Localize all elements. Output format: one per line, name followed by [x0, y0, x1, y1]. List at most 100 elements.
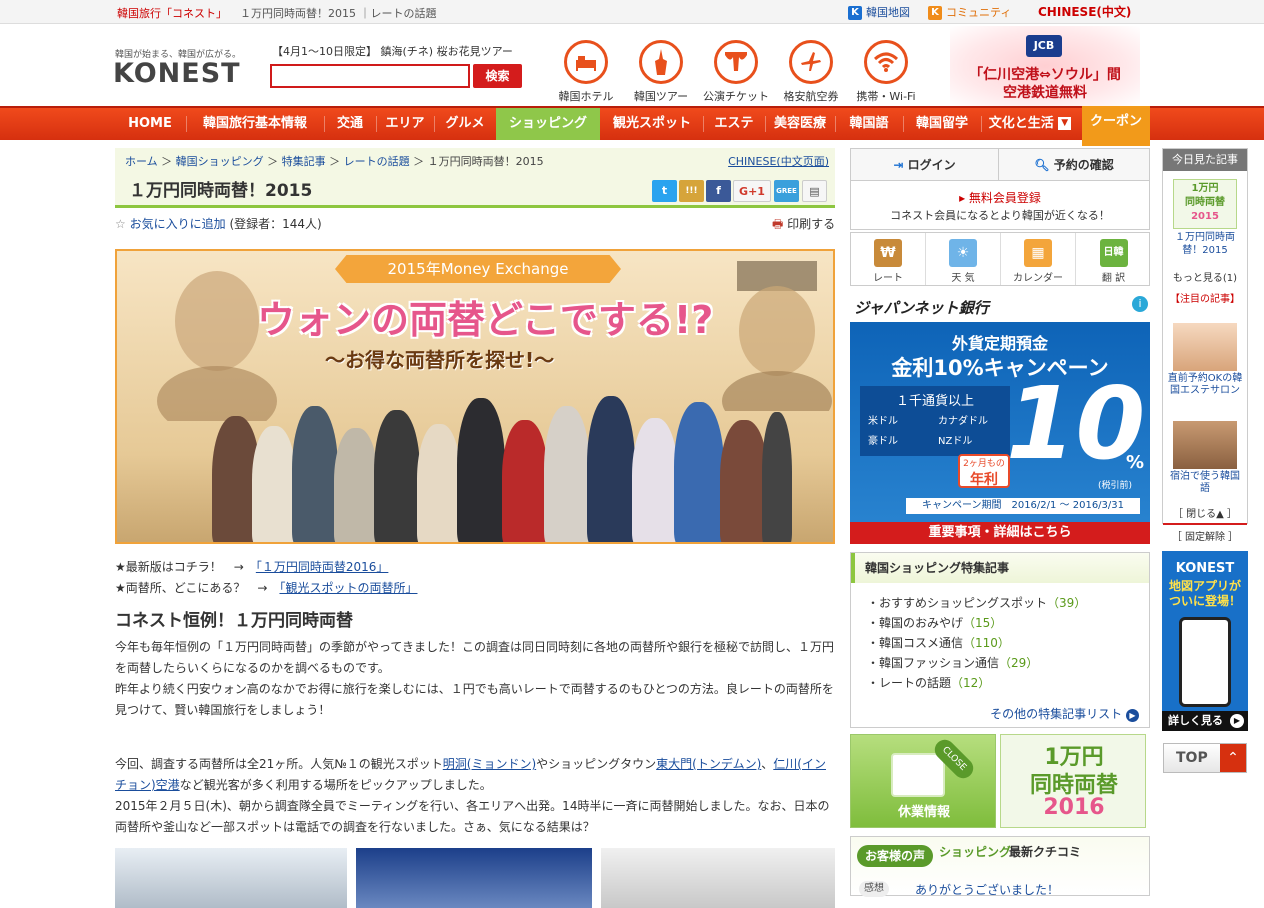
nav-home[interactable]: HOME — [115, 108, 185, 140]
breadcrumb-shopping[interactable]: 韓国ショッピング — [176, 155, 264, 168]
rail-item-1[interactable]: １万円同時両替！2015 — [1167, 231, 1243, 257]
won-icon: ₩ — [874, 239, 902, 267]
nav-basic-info[interactable]: 韓国旅行基本情報 — [187, 108, 323, 140]
nav-study[interactable]: 韓国留学 — [904, 108, 980, 140]
search-button[interactable]: 検索 — [473, 64, 522, 88]
stage-icon — [714, 40, 758, 84]
nav-korean-language[interactable]: 韓国語 — [836, 108, 902, 140]
site-label[interactable]: 韓国旅行「コネスト」 — [117, 5, 227, 21]
search-input[interactable] — [270, 64, 470, 88]
currency-usd: 米ドル — [868, 416, 898, 427]
feature-item[interactable]: ・韓国ファッション通信（29） — [867, 654, 1038, 671]
jcb-banner[interactable]: JCB 「仁川空港⇔ソウル」間 空港鉄道無料 — [950, 26, 1140, 106]
tool-calendar[interactable]: ▦ カレンダー — [1001, 233, 1076, 285]
breadcrumb-home[interactable]: ホーム — [125, 155, 158, 168]
service-wifi-label: 携帯・Wi-Fi — [856, 90, 916, 103]
chinese-page-link[interactable]: CHINESE(中文页面) — [728, 153, 829, 169]
closed-info-label: 休業情報 — [897, 805, 950, 820]
service-ticket[interactable]: 公演チケット — [698, 40, 774, 104]
bank-ad[interactable]: ジャパンネット銀行 i 外貨定期預金 金利10%キャンペーン １千通貨以上 米ド… — [850, 294, 1150, 544]
facebook-icon[interactable]: f — [706, 180, 731, 202]
service-hotel[interactable]: 韓国ホテル — [548, 40, 624, 104]
twitter-icon[interactable]: t — [652, 180, 677, 202]
nav-beauty-medical[interactable]: 美容医療 — [766, 108, 834, 140]
nav-esthe[interactable]: エステ — [704, 108, 764, 140]
google-plus-icon[interactable]: G+1 — [733, 180, 771, 202]
service-tour[interactable]: 韓国ツアー — [623, 40, 699, 104]
register-label: 無料会員登録 — [968, 191, 1041, 205]
rail-more[interactable]: もっと見る(1) — [1163, 269, 1247, 284]
rail-thumb-1-line1: 1万円 — [1191, 183, 1219, 194]
konest-k-icon: K — [928, 6, 942, 20]
konest-logo[interactable]: KONEST — [113, 58, 241, 89]
tool-weather[interactable]: ☀ 天 気 — [926, 233, 1001, 285]
rail-item-3[interactable]: 宿泊で使う韓国語 — [1167, 471, 1243, 495]
breadcrumb-rate[interactable]: レートの話題 — [344, 155, 410, 168]
feature-more-link[interactable]: その他の特集記事リスト ▶ — [990, 705, 1139, 722]
rail-close[interactable]: ［ 閉じる▲ ］ — [1163, 505, 1247, 525]
nav-transport[interactable]: 交通 — [325, 108, 375, 140]
tool-translate[interactable]: 日韓翻 訳 — [1076, 233, 1151, 285]
reservation-button[interactable]: 🔍︎ 予約の確認 — [999, 149, 1149, 181]
print-button[interactable]: 🖶 印刷する — [772, 215, 835, 236]
para3-c: 、 — [761, 757, 774, 771]
nav-area[interactable]: エリア — [377, 108, 433, 140]
tool-calendar-label: カレンダー — [1013, 273, 1063, 284]
nav-gourmet[interactable]: グルメ — [435, 108, 495, 140]
top-breadcrumb: １万円同時両替！2015 ｜レートの話題 — [240, 7, 437, 20]
konest-k-icon: K — [848, 6, 862, 20]
nav-culture[interactable]: 文化と生活 ▼ — [982, 108, 1078, 140]
register-link[interactable]: ▸ 無料会員登録 — [851, 189, 1149, 206]
tool-rate[interactable]: ₩ レート — [851, 233, 926, 285]
community-link-label: コミュニティ — [946, 6, 1012, 19]
feature-item[interactable]: ・韓国コスメ通信（110） — [867, 634, 1010, 651]
top-label: TOP — [1176, 750, 1208, 766]
note-icon[interactable]: ▤ — [802, 180, 827, 202]
nav-shopping[interactable]: ショッピング — [496, 108, 600, 140]
feature-item[interactable]: ・おすすめショッピングスポット（39） — [867, 594, 1086, 611]
ad-line1: 外貨定期預金 — [951, 334, 1048, 353]
rail-item-2[interactable]: 直前予約OKの韓国エステサロン — [1167, 373, 1243, 397]
community-link[interactable]: K コミュニティ — [928, 4, 1011, 20]
jcb-text: 「仁川空港⇔ソウル」間 空港鉄道無料 — [950, 66, 1140, 102]
exchange-2016-banner[interactable]: 1万円 同時両替 2016 — [1000, 734, 1146, 828]
map-link[interactable]: K 韓国地図 — [848, 4, 910, 20]
login-button[interactable]: ⇥ ログイン — [851, 149, 999, 181]
rail-unpin[interactable]: ［ 固定解除 ］ — [1162, 528, 1248, 543]
hero-banner: 2015年Money Exchange — [335, 255, 621, 283]
dongdaemun-link[interactable]: 東大門(トンデムン) — [656, 757, 761, 771]
map-app-banner[interactable]: KONEST 地図アプリがついに登場！ 詳しく見る ▶ — [1162, 551, 1248, 731]
latest-2016-link[interactable]: 「１万円同時両替2016」 — [256, 560, 389, 574]
nav-coupon[interactable]: クーポン — [1082, 106, 1150, 146]
back-to-top-button[interactable]: TOP ⌃ — [1163, 743, 1247, 773]
ad-info-icon[interactable]: i — [1132, 296, 1148, 312]
feature-item[interactable]: ・レートの話題（12） — [867, 674, 990, 691]
chinese-link[interactable]: CHINESE(中文) — [1038, 3, 1131, 20]
service-hotel-label: 韓国ホテル — [558, 90, 614, 103]
review-link[interactable]: ありがとうございました！ — [915, 881, 1059, 898]
ad-footer[interactable]: 重要事項・詳細はこちら — [850, 522, 1150, 544]
map-link-label: 韓国地図 — [866, 6, 910, 19]
rail-thumb-3[interactable] — [1173, 421, 1237, 469]
register-sub: コネスト会員になるとより韓国が近くなる！ — [890, 209, 1110, 222]
jcb-line1: 「仁川空港⇔ソウル」間 — [969, 67, 1121, 83]
calendar-icon: ▦ — [1024, 239, 1052, 267]
gree-icon[interactable]: GREE — [774, 180, 799, 202]
mixi-icon[interactable]: !!! — [679, 180, 704, 202]
feature-item[interactable]: ・韓国のおみやげ（15） — [867, 614, 1002, 631]
promo-text[interactable]: 【4月1～10日限定】 鎮海(チネ) 桜お花見ツアー — [272, 43, 513, 59]
service-wifi[interactable]: 携帯・Wi-Fi — [848, 40, 924, 104]
myeongdong-link[interactable]: 明洞(ミョンドン) — [443, 757, 536, 771]
nav-sightseeing[interactable]: 観光スポット — [602, 108, 702, 140]
reviews-box: お客様の声 ショッピング 最新クチコミ 感想 ありがとうございました！ — [850, 836, 1150, 898]
closed-info-banner[interactable]: CLOSE 休業情報 — [850, 734, 996, 828]
service-ticket-label: 公演チケット — [703, 90, 769, 103]
service-flight[interactable]: 格安航空券 — [773, 40, 849, 104]
rail-thumb-2[interactable] — [1173, 323, 1237, 371]
favorite-link[interactable]: お気に入りに追加 — [130, 217, 226, 231]
para4: 2015年２月５日(木)、朝から調査隊全員でミーティングを行い、各エリアへ出発。… — [115, 799, 830, 834]
rail-thumb-1[interactable]: 1万円 同時両替 2015 — [1173, 179, 1237, 229]
breadcrumb-feature[interactable]: 特集記事 — [282, 155, 326, 168]
app-more[interactable]: 詳しく見る ▶ — [1162, 711, 1248, 731]
exchange-spots-link[interactable]: 「観光スポットの両替所」 — [279, 581, 417, 595]
